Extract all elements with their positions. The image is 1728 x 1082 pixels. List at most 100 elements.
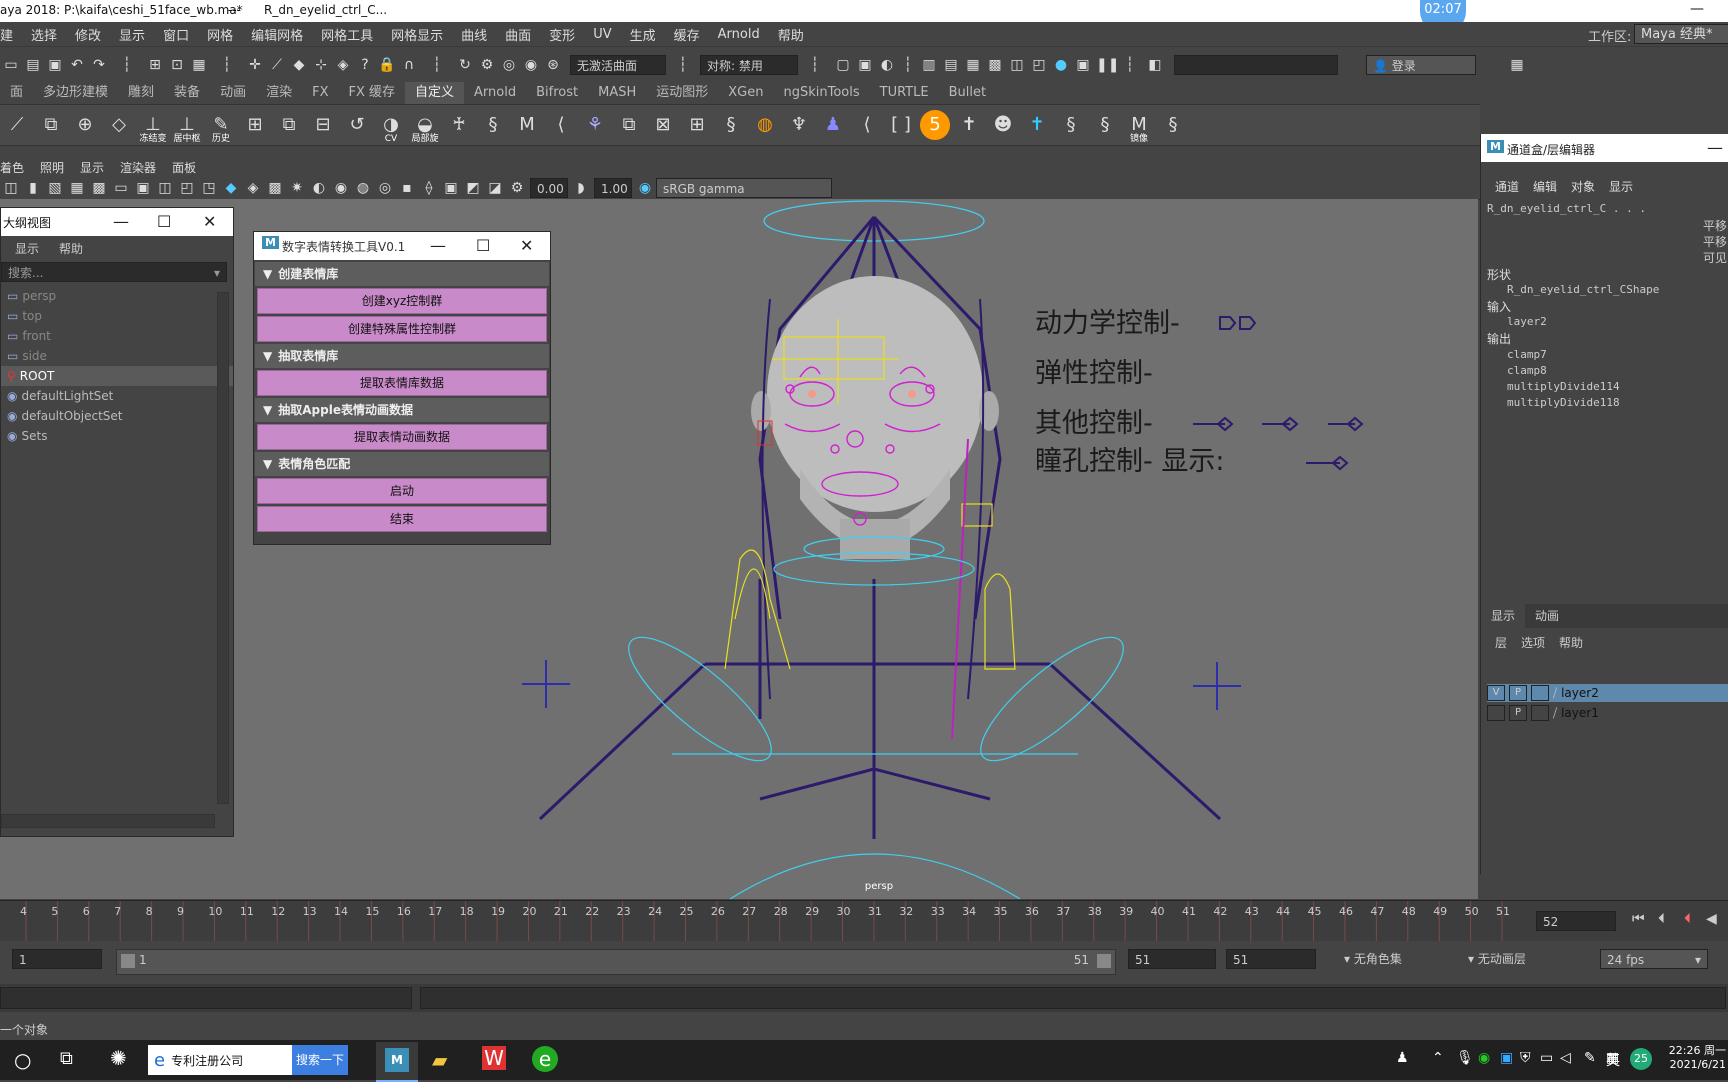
tab-anim[interactable]: 动画 — [1525, 604, 1569, 628]
freeze-transforms-button[interactable]: ⊥ 冻结变 — [138, 110, 168, 144]
render-settings-icon[interactable]: ⊛ — [544, 56, 562, 74]
close-icon[interactable]: ✕ — [203, 212, 216, 231]
head-mesh[interactable] — [767, 276, 983, 512]
bracket-icon[interactable]: [ ] — [886, 110, 916, 140]
layer-playback-toggle[interactable]: P — [1509, 685, 1527, 701]
tool-section-header[interactable]: ▼ 创建表情库 — [255, 262, 549, 286]
sphere-icon[interactable]: ● — [1052, 56, 1070, 74]
resolution-gate-icon[interactable]: ▣ — [134, 179, 152, 197]
channel-menu-object[interactable]: 对象 — [1571, 178, 1595, 195]
shelf-tab[interactable]: 多边形建模 — [33, 82, 118, 104]
channel-menu-edit[interactable]: 编辑 — [1533, 178, 1557, 195]
tpose-icon[interactable]: ✝ — [954, 110, 984, 140]
shelf-tab[interactable]: Arnold — [464, 82, 526, 104]
menu-item[interactable]: 网格显示 — [391, 25, 443, 44]
menu-item[interactable]: Arnold — [718, 27, 760, 42]
local-rotate-button[interactable]: ◒ 局部旋 — [410, 110, 440, 144]
symmetry-field[interactable]: 对称: 禁用 — [700, 55, 798, 75]
gamma-field[interactable]: 1.00 — [594, 178, 632, 198]
outliner-titlebar[interactable]: 大纲视图 — ☐ ✕ — [1, 208, 233, 236]
film-gate-icon[interactable]: ◫ — [1008, 56, 1026, 74]
render-frame-icon[interactable]: ▣ — [856, 56, 874, 74]
maximize-icon[interactable]: ☐ — [157, 212, 171, 231]
redo-icon[interactable]: ↷ — [90, 56, 108, 74]
snap-icon[interactable]: ⊟ — [308, 110, 338, 140]
range-bar-track[interactable]: 1 51 — [116, 949, 1116, 975]
folder-icon[interactable]: ▰ — [432, 1048, 447, 1072]
colorspace-dropdown[interactable]: sRGB gamma — [656, 178, 832, 198]
select-tool-icon[interactable]: ⟋ — [2, 110, 32, 140]
ik-crosses[interactable] — [522, 660, 1241, 710]
film-gate-icon[interactable]: ▭ — [112, 179, 130, 197]
menu-item[interactable]: 建 — [0, 25, 13, 44]
outliner-item[interactable]: ▭ persp — [1, 286, 233, 306]
python-icon[interactable]: § — [1090, 110, 1120, 140]
snap-grid-icon[interactable]: ✛ — [246, 56, 264, 74]
body-rings[interactable] — [613, 536, 1139, 899]
shelf-tab[interactable]: 渲染 — [256, 82, 302, 104]
wireframe-icon[interactable]: ▦ — [68, 179, 86, 197]
shelf-tab[interactable]: Bullet — [939, 82, 996, 104]
layer-playback-toggle[interactable]: P — [1509, 705, 1527, 721]
cortana-icon[interactable]: ○ — [14, 1048, 31, 1072]
outliner-menu-help[interactable]: 帮助 — [59, 240, 83, 257]
resolution-icon[interactable]: ◰ — [1030, 56, 1048, 74]
camera-select-icon[interactable]: ◫ — [2, 179, 20, 197]
smooth-shade-icon[interactable]: ◆ — [222, 179, 240, 197]
five-icon[interactable]: 5 — [920, 110, 950, 140]
outliner-item[interactable]: ▭ top — [1, 306, 233, 326]
duplicate-icon[interactable]: ⧉ — [36, 110, 66, 140]
person-icon[interactable]: ♟ — [1396, 1050, 1409, 1066]
shelf-tab[interactable]: FX 缓存 — [338, 82, 405, 104]
character-set-dropdown[interactable]: ▾ 无角色集 — [1338, 949, 1446, 969]
outliner-item[interactable]: ◉ defaultLightSet — [1, 386, 233, 406]
chevron-up-icon[interactable]: ⌃ — [1432, 1050, 1444, 1066]
minimize-icon[interactable]: — — [1690, 1, 1704, 17]
tool-action-button[interactable]: 提取表情库数据 — [257, 370, 547, 396]
time-slider[interactable]: 4 5 6 7 8 9 10 11 12 13 14 15 16 17 18 19 20 21 22 23 24 25 26… — [0, 900, 1728, 941]
current-frame-field[interactable]: 52 — [1536, 911, 1616, 931]
delete-history-button[interactable]: ✎ 历史 — [206, 110, 236, 144]
color-manage-icon[interactable]: ◉ — [636, 179, 654, 197]
bookmark-icon[interactable]: ▮ — [24, 179, 42, 197]
flat-shade-icon[interactable]: ◈ — [244, 179, 262, 197]
orange-tool-icon[interactable]: ◍ — [750, 110, 780, 140]
outliner-search-input[interactable]: 搜索... ▾ — [1, 262, 227, 282]
output-node[interactable]: multiplyDivide118 — [1507, 395, 1728, 411]
browser-icon[interactable]: e — [532, 1046, 558, 1072]
ipr-icon[interactable]: ◉ — [522, 56, 540, 74]
tool-action-button[interactable]: 提取表情动画数据 — [257, 424, 547, 450]
snap-surface-icon[interactable]: ◈ — [334, 56, 352, 74]
lang-indicator[interactable]: 英 — [1606, 1050, 1620, 1070]
menu-item[interactable]: 帮助 — [778, 25, 804, 44]
shield-icon[interactable]: ⛨ — [1520, 1050, 1531, 1066]
outliner-item[interactable]: ▭ front — [1, 326, 233, 346]
maximize-icon[interactable]: ☐ — [476, 236, 490, 255]
snap-view-icon[interactable]: ⊹ — [312, 56, 330, 74]
minimize-icon[interactable]: — — [113, 212, 129, 231]
curve-icon[interactable]: ⟨ — [852, 110, 882, 140]
shelf-tab[interactable]: FX — [302, 82, 338, 104]
menu-item[interactable]: 窗口 — [163, 25, 189, 44]
python-icon[interactable]: § — [478, 110, 508, 140]
snap-curve-icon[interactable]: ⟋ — [268, 56, 286, 74]
panel-menu-item[interactable]: 面板 — [172, 159, 196, 176]
shelf-tab[interactable]: 运动图形 — [646, 82, 718, 104]
outliner-item[interactable]: ◉ Sets — [1, 426, 233, 446]
snap-point-icon[interactable]: ◆ — [290, 56, 308, 74]
shelf-tab[interactable]: 面 — [0, 82, 33, 104]
select-object-icon[interactable]: ⊡ — [168, 56, 186, 74]
layer-color-swatch[interactable] — [1531, 685, 1549, 701]
copy-icon[interactable]: ⧉ — [274, 110, 304, 140]
rig-icon[interactable]: ♆ — [784, 110, 814, 140]
field-chart-icon[interactable]: ◰ — [178, 179, 196, 197]
taskbar-clock[interactable]: 22:26 周一 2021/6/21 — [1664, 1042, 1726, 1071]
texture-icon[interactable]: ▩ — [266, 179, 284, 197]
mic-icon[interactable]: 🎙 — [1456, 1050, 1474, 1066]
image-plane-icon[interactable]: ▧ — [46, 179, 64, 197]
skull-icon[interactable]: ☻ — [988, 110, 1018, 140]
wechat-icon[interactable]: ◉ — [1478, 1050, 1490, 1066]
login-dropdown[interactable]: 👤 登录 — [1366, 55, 1476, 75]
panel-menu-item[interactable]: 着色 — [0, 159, 24, 176]
shelf-tab[interactable]: MASH — [588, 82, 646, 104]
